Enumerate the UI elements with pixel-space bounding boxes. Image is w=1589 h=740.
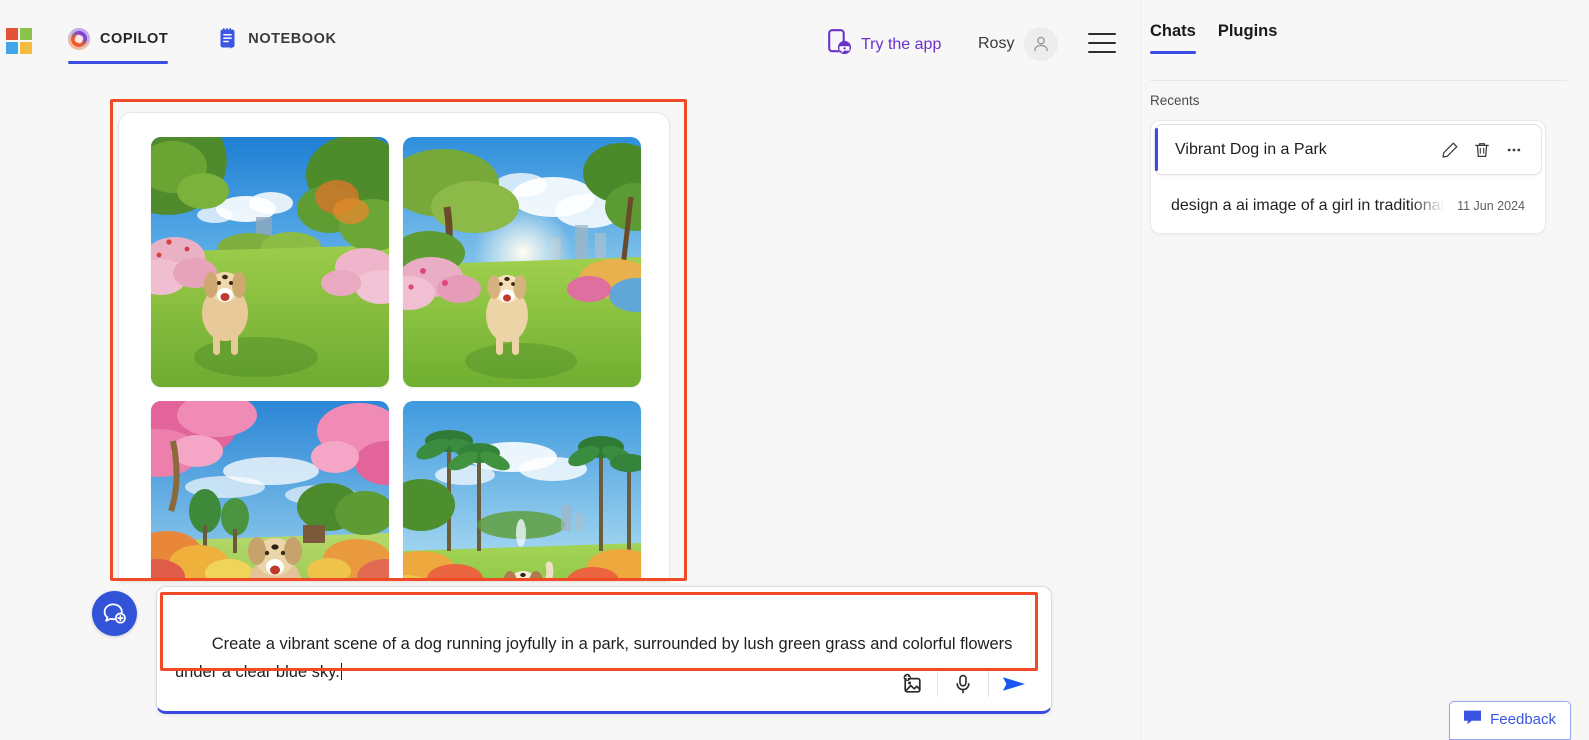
- copilot-app-window: COPILOT NOTEBOOK Try the app Rosy Create…: [0, 0, 1589, 740]
- main-content-area: COPILOT NOTEBOOK Try the app Rosy Create…: [0, 0, 1140, 740]
- try-the-app-button[interactable]: Try the app: [828, 29, 941, 61]
- logo-square-green: [20, 28, 32, 40]
- generated-image-2[interactable]: [403, 137, 641, 387]
- generated-images-card: [118, 112, 670, 582]
- avatar[interactable]: [1024, 27, 1059, 61]
- voice-input-button[interactable]: [942, 667, 984, 701]
- account-name: Rosy: [978, 35, 1015, 52]
- chat-item-girl-traditional[interactable]: design a ai image of a girl in tradition…: [1151, 178, 1545, 233]
- hamburger-menu-icon[interactable]: [1088, 33, 1116, 53]
- chat-item-actions: [1441, 141, 1527, 159]
- recent-chats-list: Vibrant Dog in a Park design a ai image …: [1150, 120, 1546, 234]
- generated-image-4[interactable]: [403, 401, 641, 581]
- prompt-composer[interactable]: Create a vibrant scene of a dog running …: [156, 586, 1052, 714]
- add-image-button[interactable]: [891, 667, 933, 701]
- tab-plugins[interactable]: Plugins: [1218, 22, 1278, 54]
- send-button[interactable]: [993, 667, 1035, 701]
- generated-image-1[interactable]: [151, 137, 389, 387]
- logo-square-red: [6, 28, 18, 40]
- notebook-icon: [218, 28, 238, 50]
- microphone-icon: [956, 674, 970, 694]
- chat-item-title: design a ai image of a girl in tradition…: [1171, 196, 1445, 214]
- add-image-icon: [903, 673, 921, 693]
- feedback-label: Feedback: [1490, 711, 1556, 728]
- tab-chats[interactable]: Chats: [1150, 22, 1196, 54]
- toolbar-divider: [937, 671, 938, 697]
- person-icon: [1034, 36, 1049, 52]
- primary-tabs: COPILOT NOTEBOOK: [68, 0, 386, 78]
- chat-item-title: Vibrant Dog in a Park: [1175, 140, 1327, 158]
- chat-item-vibrant-dog[interactable]: Vibrant Dog in a Park: [1154, 124, 1542, 175]
- top-navigation-bar: COPILOT NOTEBOOK Try the app Rosy: [0, 0, 1140, 78]
- send-icon: [1003, 677, 1025, 691]
- right-sidebar: Chats Plugins Recents Vibrant Dog in a P…: [1140, 0, 1589, 740]
- delete-icon[interactable]: [1473, 141, 1491, 159]
- composer-toolbar: [891, 667, 1035, 701]
- menu-line: [1088, 42, 1116, 44]
- tab-copilot-label: COPILOT: [100, 31, 169, 47]
- tab-copilot[interactable]: COPILOT: [68, 0, 184, 78]
- logo-square-yellow: [20, 42, 32, 54]
- tab-notebook-label: NOTEBOOK: [248, 31, 337, 47]
- menu-line: [1088, 51, 1116, 53]
- logo-square-blue: [6, 42, 18, 54]
- tab-notebook[interactable]: NOTEBOOK: [218, 0, 352, 78]
- feedback-button[interactable]: Feedback: [1449, 701, 1571, 740]
- generated-image-grid: [151, 137, 641, 581]
- edit-icon[interactable]: [1441, 141, 1459, 159]
- account-menu[interactable]: Rosy: [978, 27, 1059, 61]
- menu-line: [1088, 33, 1116, 35]
- sidebar-divider: [1150, 80, 1567, 81]
- text-caret: [340, 663, 342, 680]
- copilot-icon: [68, 28, 90, 50]
- microsoft-logo[interactable]: [6, 28, 32, 54]
- more-options-icon[interactable]: [1505, 141, 1523, 159]
- generated-image-3[interactable]: [151, 401, 389, 581]
- new-chat-button[interactable]: [92, 591, 137, 636]
- toolbar-divider: [988, 671, 989, 697]
- new-chat-bubble-icon: [103, 603, 126, 624]
- recents-section-label: Recents: [1150, 93, 1200, 108]
- try-the-app-label: Try the app: [861, 36, 942, 53]
- comment-icon: [1463, 709, 1482, 730]
- chat-item-date: 11 Jun 2024: [1457, 198, 1525, 213]
- mobile-app-icon: [828, 29, 852, 61]
- sidebar-tabs: Chats Plugins: [1150, 22, 1277, 54]
